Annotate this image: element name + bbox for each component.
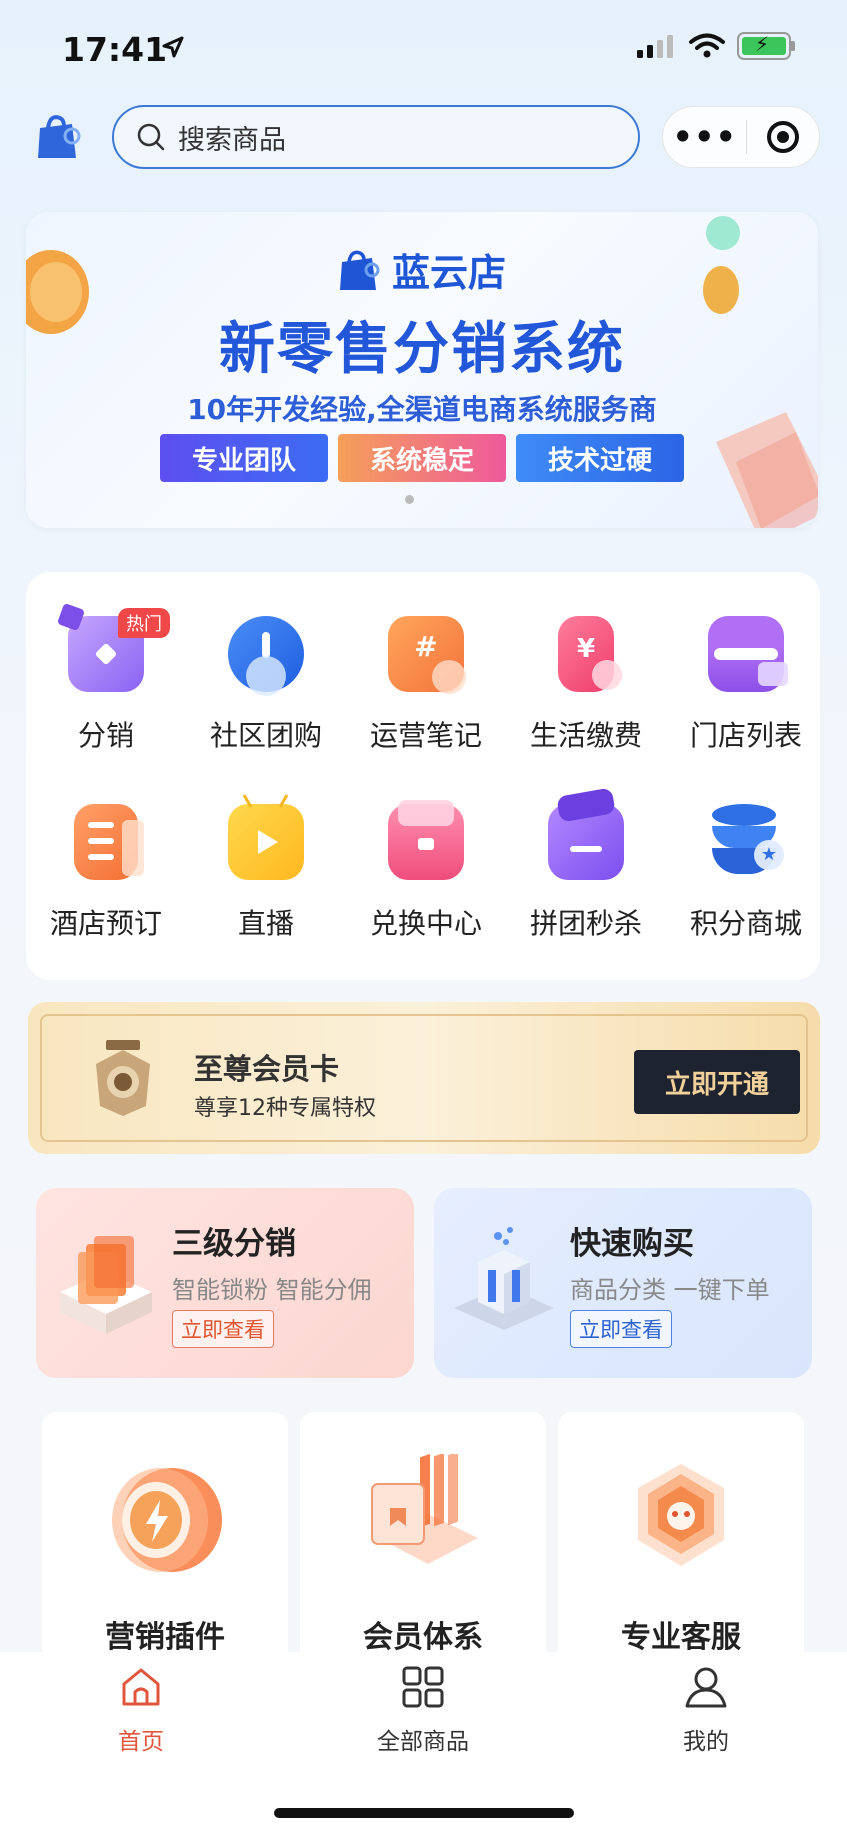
feature-card-membership[interactable]: 会员体系 <box>300 1412 546 1672</box>
banner-subtitle: 10年开发经验,全渠道电商系统服务商 <box>187 393 657 426</box>
banner-tag: 系统稳定 <box>338 434 506 482</box>
promo-subtitle: 商品分类 一键下单 <box>570 1276 770 1304</box>
wifi-icon <box>689 33 725 58</box>
search-input[interactable]: 搜索商品 <box>112 105 640 169</box>
grid-item-label: 直播 <box>237 907 294 940</box>
grid-item-group-flash-sale[interactable]: 拼团秒杀 <box>506 787 666 942</box>
feature-title: 专业客服 <box>621 1620 741 1655</box>
grid-item-hotel-booking[interactable]: 酒店预订 <box>26 804 186 942</box>
brand-logo-icon <box>339 250 380 290</box>
grid-item-label: 分销 <box>77 719 134 752</box>
grid-item-label: 积分商城 <box>689 907 802 940</box>
grid-item-label: 社区团购 <box>209 719 322 752</box>
status-time: 17:41 <box>62 30 168 69</box>
vip-subtitle: 尊享12种专属特权 <box>194 1096 376 1121</box>
activate-vip-button[interactable]: 立即开通 <box>634 1050 800 1114</box>
grid-item-operation-notes[interactable]: # 运营笔记 <box>346 616 506 754</box>
tab-home[interactable]: 首页 <box>41 1664 241 1756</box>
battery-icon: ⚡ <box>737 32 795 60</box>
grid-item-label: 运营笔记 <box>369 719 482 752</box>
points-mall-icon: ★ <box>708 804 784 880</box>
home-indicator[interactable] <box>274 1808 574 1818</box>
carousel-indicator[interactable] <box>405 495 414 504</box>
promo-title: 三级分销 <box>172 1226 296 1262</box>
live-stream-icon <box>228 794 304 880</box>
miniprogram-capsule: ••• <box>662 106 820 168</box>
store-logo-icon <box>38 115 81 158</box>
quick-buy-tower-icon <box>454 1227 554 1330</box>
store-list-icon <box>708 616 788 692</box>
promo-banner[interactable]: 蓝云店 新零售分销系统 10年开发经验,全渠道电商系统服务商 专业团队 系统稳定… <box>26 212 818 528</box>
cellular-signal-icon <box>637 35 673 58</box>
operation-notes-icon: # <box>388 616 466 694</box>
grid-item-label: 酒店预订 <box>49 907 162 940</box>
promo-title: 快速购买 <box>570 1226 694 1262</box>
location-arrow-icon <box>162 36 184 58</box>
banner-title: 新零售分销系统 <box>219 317 625 382</box>
user-icon <box>685 1667 727 1708</box>
lightning-coil-icon <box>112 1468 222 1572</box>
tab-me[interactable]: 我的 <box>606 1664 806 1756</box>
promo-card-quick-buy[interactable]: 快速购买 商品分类 一键下单 立即查看 <box>434 1188 812 1378</box>
grid-item-points-mall[interactable]: ★ 积分商城 <box>666 804 826 942</box>
promo-subtitle: 智能锁粉 智能分佣 <box>172 1276 372 1304</box>
grid-item-redeem-center[interactable]: 兑换中心 <box>346 800 506 942</box>
bottom-tab-bar: 首页 全部商品 我的 <box>0 1652 847 1834</box>
feature-card-customer-service[interactable]: 专业客服 <box>558 1412 804 1672</box>
grid-icon <box>402 1666 444 1708</box>
grid-item-bill-payment[interactable]: ¥ 生活缴费 <box>506 616 666 754</box>
search-icon <box>137 123 165 151</box>
search-placeholder: 搜索商品 <box>178 124 286 156</box>
community-group-buy-icon <box>228 616 304 696</box>
grid-item-label: 门店列表 <box>689 719 802 752</box>
hotel-booking-icon <box>74 804 144 880</box>
target-icon <box>767 121 800 153</box>
status-indicators: ⚡ <box>637 32 795 60</box>
promo-card-three-level-distribution[interactable]: 三级分销 智能锁粉 智能分佣 立即查看 <box>36 1188 414 1378</box>
grid-item-community-group-buy[interactable]: 社区团购 <box>186 616 346 754</box>
distribution-boxes-icon <box>60 1236 152 1334</box>
bill-payment-icon: ¥ <box>558 616 622 692</box>
redeem-center-icon <box>388 800 464 880</box>
feature-card-marketing-plugins[interactable]: 营销插件 <box>42 1412 288 1672</box>
grid-item-label: 生活缴费 <box>529 719 642 752</box>
feature-title: 营销插件 <box>105 1620 225 1655</box>
membership-layers-icon <box>371 1454 478 1564</box>
brand-name: 蓝云店 <box>391 251 506 295</box>
medal-icon <box>96 1040 150 1116</box>
tab-all-products[interactable]: 全部商品 <box>323 1664 523 1756</box>
grid-item-store-list[interactable]: 门店列表 <box>666 616 826 754</box>
grid-item-label: 拼团秒杀 <box>529 907 642 940</box>
vip-card[interactable]: 至尊会员卡 尊享12种专属特权 立即开通 <box>28 1002 820 1154</box>
feature-grid: 分销 热门 社区团购 # 运营笔记 ¥ 生活缴费 门店列表 酒店预订 直播 兑换… <box>26 572 820 980</box>
vip-title: 至尊会员卡 <box>194 1052 340 1086</box>
hot-badge: 热门 <box>118 608 170 638</box>
grid-item-live-stream[interactable]: 直播 <box>186 794 346 942</box>
banner-tag: 专业团队 <box>160 434 328 482</box>
feature-title: 会员体系 <box>363 1620 483 1655</box>
customer-service-icon <box>638 1464 724 1566</box>
banner-tag: 技术过硬 <box>516 434 684 482</box>
close-miniprogram-button[interactable] <box>747 121 819 153</box>
view-now-button[interactable]: 立即查看 <box>570 1310 672 1348</box>
tab-label: 我的 <box>683 1729 729 1755</box>
view-now-button[interactable]: 立即查看 <box>172 1310 274 1348</box>
grid-item-label: 兑换中心 <box>369 907 482 940</box>
tab-label: 首页 <box>118 1729 164 1755</box>
home-icon <box>122 1668 160 1706</box>
tab-label: 全部商品 <box>377 1729 469 1755</box>
banner-brand: 蓝云店 <box>26 242 818 297</box>
group-flash-sale-icon <box>548 787 624 880</box>
